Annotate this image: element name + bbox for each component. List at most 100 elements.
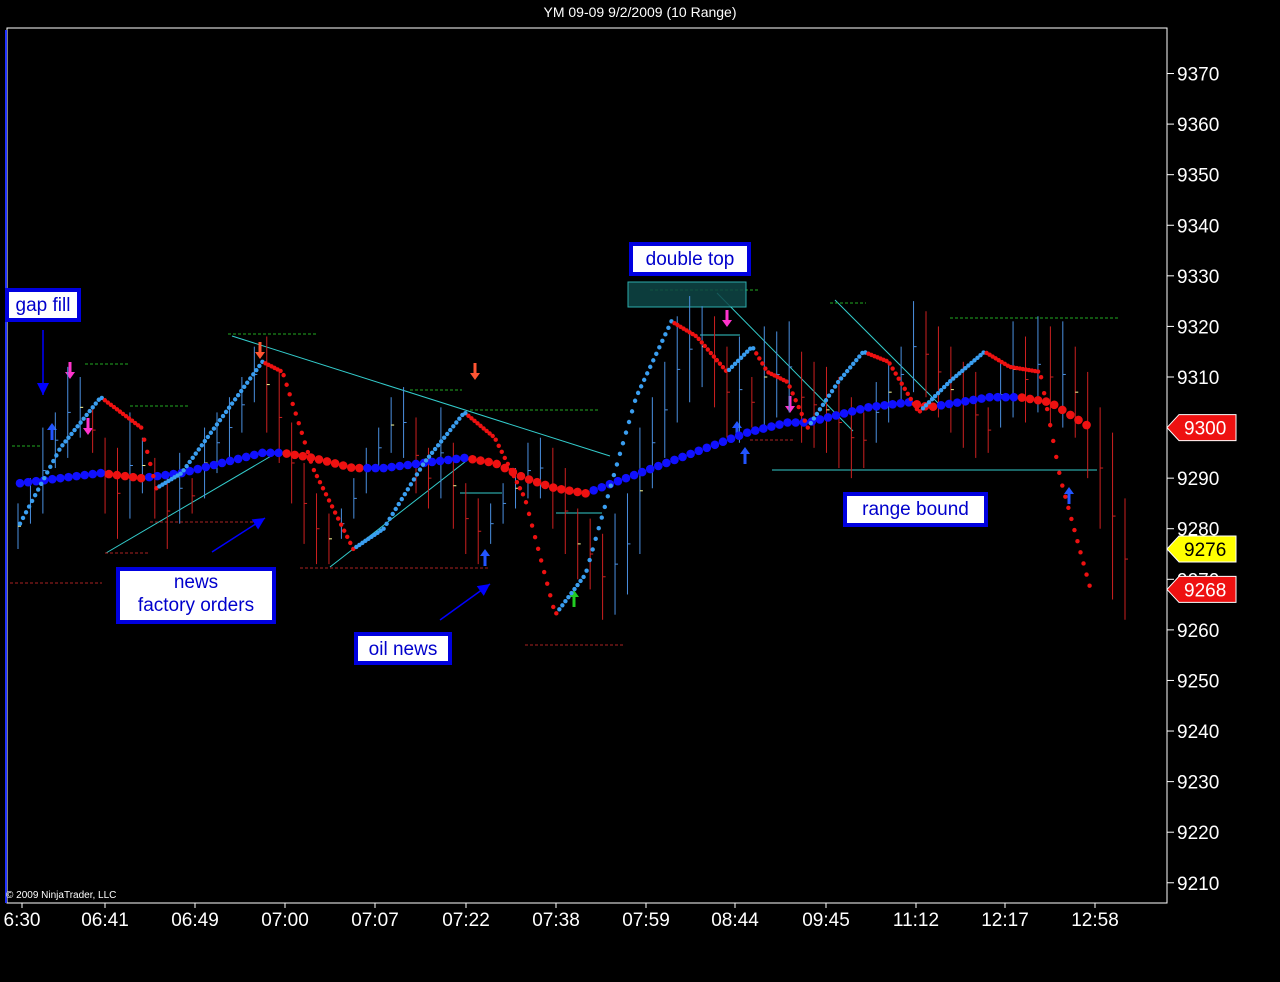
x-tick-label: 07:59 (622, 910, 670, 931)
fast-ma-point (223, 409, 229, 415)
fast-ma-point (338, 522, 344, 527)
slow-ma-point (225, 456, 235, 466)
fast-ma-point (178, 471, 183, 476)
fast-ma-point (208, 430, 214, 435)
slow-ma-point (565, 486, 574, 495)
signal-arrow-stem (1067, 494, 1071, 504)
slow-ma-point (896, 398, 906, 408)
slow-ma-point (1074, 415, 1083, 425)
fast-ma-point (666, 325, 671, 331)
fast-ma-point (499, 449, 504, 455)
slow-ma-point (532, 477, 542, 487)
slow-ma-point (136, 473, 146, 483)
fast-ma-point (638, 384, 644, 389)
y-tick-label: 9350 (1177, 166, 1219, 187)
fast-ma-point (823, 398, 829, 403)
fast-ma-point (429, 450, 435, 456)
slow-ma-point (823, 413, 833, 422)
slow-ma-point (540, 480, 550, 490)
signal-arrow-up (480, 549, 490, 556)
slow-ma-point (1017, 393, 1027, 402)
pointer-arrow-head (476, 584, 490, 596)
fast-ma-point (1063, 494, 1068, 499)
fast-ma-point (417, 467, 423, 472)
fast-ma-point (308, 459, 314, 464)
fast-ma-point (835, 379, 841, 385)
signal-arrow-stem (86, 418, 90, 428)
slow-ma-point (548, 483, 558, 492)
fast-ma-point (578, 578, 583, 584)
fast-ma-point (526, 511, 532, 517)
slow-ma-point (847, 407, 857, 416)
fast-ma-point (278, 368, 283, 374)
fast-ma-point (232, 397, 238, 402)
fast-ma-point (348, 540, 353, 546)
signal-arrow-stem (68, 362, 72, 372)
fast-ma-point (342, 528, 347, 533)
fast-ma-point (75, 424, 80, 429)
y-tick-label: 9320 (1177, 317, 1219, 338)
fast-ma-point (841, 372, 847, 377)
fast-ma-point (66, 435, 71, 440)
fast-ma-point (632, 398, 638, 403)
y-tick-label: 9220 (1177, 823, 1219, 844)
fast-ma-point (435, 443, 441, 448)
slow-ma-point (128, 472, 138, 482)
slow-ma-point (88, 469, 98, 479)
fast-ma-point (826, 393, 832, 398)
pointer-arrow-head (251, 518, 265, 530)
fast-ma-point (1041, 390, 1047, 396)
slow-ma-point (742, 428, 752, 437)
fast-ma-point (596, 526, 601, 531)
fast-ma-point (205, 434, 211, 440)
fast-ma-point (329, 504, 335, 509)
fast-ma-point (514, 479, 520, 485)
slow-ma-point (1049, 400, 1059, 410)
fast-ma-point (814, 411, 820, 417)
fast-ma-point (541, 569, 547, 575)
slow-ma-point (637, 467, 647, 477)
fast-ma-point (905, 391, 910, 397)
slow-ma-point (1041, 397, 1051, 406)
fast-ma-point (602, 504, 607, 510)
x-tick-label: 06:49 (171, 910, 219, 931)
fast-ma-point (320, 486, 326, 491)
price-chart[interactable]: 9210922092309240925092609270928092909300… (0, 0, 1280, 982)
fast-ma-point (538, 558, 544, 563)
fast-ma-point (605, 494, 611, 499)
fast-ma-point (296, 420, 301, 426)
slow-ma-point (694, 446, 704, 456)
annotation-double-top: double top (629, 242, 751, 276)
fast-ma-point (26, 504, 32, 509)
signal-arrow-stem (258, 342, 262, 352)
fast-ma-point (657, 345, 662, 350)
slow-ma-point (355, 463, 364, 473)
slow-ma-point (977, 394, 986, 403)
fast-ma-point (584, 568, 589, 573)
annotation-oil-news-text: oil news (368, 639, 438, 660)
fast-ma-point (529, 523, 535, 528)
fast-ma-point (493, 437, 498, 442)
fast-ma-point (754, 351, 759, 356)
fast-ma-point (502, 455, 507, 461)
annotation-double-top-text: double top (645, 249, 735, 270)
fast-ma-point (299, 430, 304, 435)
fast-ma-point (17, 521, 23, 526)
fast-ma-point (69, 431, 74, 437)
plot-area-border (6, 27, 1168, 904)
fast-ma-point (1051, 438, 1056, 444)
x-tick-label: 11:12 (893, 910, 939, 931)
fast-ma-point (651, 358, 656, 363)
x-tick-label: 12:17 (981, 910, 1029, 931)
fast-ma-point (193, 451, 198, 456)
fast-ma-point (563, 599, 568, 604)
fast-ma-point (317, 479, 323, 485)
fast-ma-point (848, 365, 853, 370)
x-tick-label: 09:45 (802, 910, 850, 931)
fast-ma-point (408, 482, 414, 487)
fast-ma-point (281, 372, 286, 378)
slow-ma-point (783, 418, 792, 427)
fast-ma-point (508, 467, 514, 473)
fast-ma-point (560, 603, 565, 608)
fast-ma-point (663, 332, 668, 337)
